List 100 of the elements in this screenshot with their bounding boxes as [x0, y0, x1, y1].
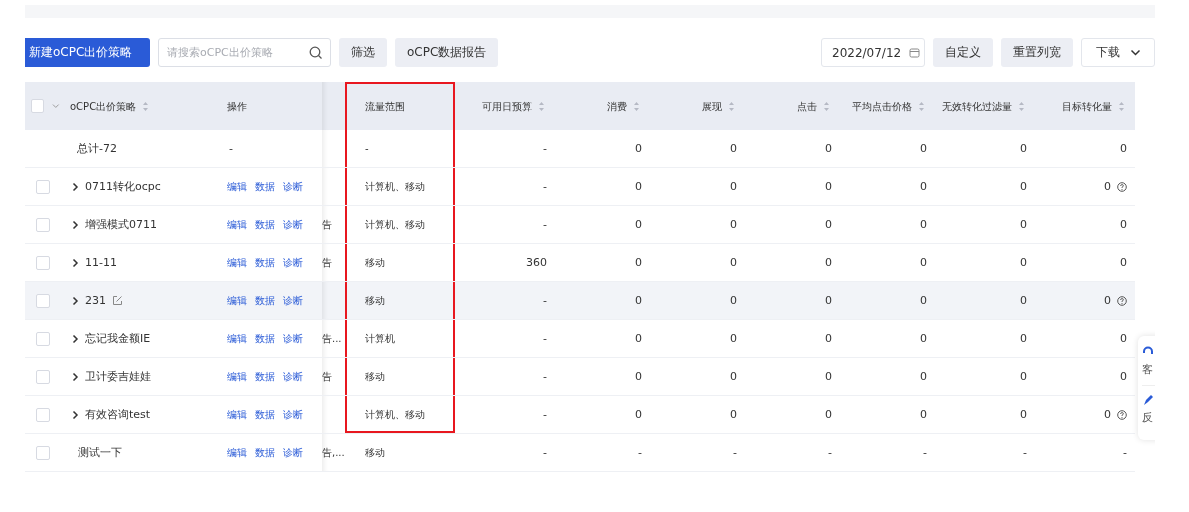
action-link[interactable]: 编辑	[227, 369, 247, 384]
action-link[interactable]: 数据	[255, 255, 275, 270]
sort-icon[interactable]	[538, 100, 545, 112]
action-link[interactable]: 数据	[255, 369, 275, 384]
table-cell: 0	[1120, 256, 1127, 269]
table-cell: -	[543, 332, 547, 345]
table-cell: 0	[825, 142, 832, 155]
reset-width-button[interactable]: 重置列宽	[1001, 38, 1073, 67]
table-cell: -	[345, 130, 455, 167]
action-link[interactable]: 编辑	[227, 179, 247, 194]
checkbox[interactable]	[35, 179, 50, 194]
date-picker[interactable]: 2022/07/12	[821, 38, 925, 67]
sort-icon[interactable]	[1018, 100, 1025, 112]
table-cell-text: 移动	[364, 445, 386, 460]
side-widget-label[interactable]: 反	[1142, 410, 1155, 425]
action-link[interactable]: 数据	[255, 293, 275, 308]
action-link[interactable]: 诊断	[283, 179, 303, 194]
checkbox[interactable]	[35, 331, 50, 346]
create-strategy-button[interactable]: 新建oCPC出价策略	[25, 38, 150, 67]
action-link[interactable]: 编辑	[227, 407, 247, 422]
action-link[interactable]: 编辑	[227, 331, 247, 346]
search-field[interactable]: 请搜索oCPC出价策略	[158, 38, 331, 67]
table-cell: 0	[730, 408, 737, 421]
action-link[interactable]: 编辑	[227, 255, 247, 270]
column-header[interactable]: 操作	[225, 82, 322, 130]
action-link[interactable]: 数据	[255, 217, 275, 232]
column-header[interactable]: 平均点击价格	[840, 82, 935, 130]
table-cell: 0	[1104, 294, 1111, 307]
column-header[interactable]: 流量范围	[345, 82, 455, 130]
strategy-name: 测试一下	[78, 445, 122, 460]
report-button[interactable]: oCPC数据报告	[395, 38, 499, 67]
table-cell: 计算机、移动	[345, 206, 455, 243]
sort-icon[interactable]	[728, 100, 735, 112]
action-link[interactable]: 数据	[255, 445, 275, 460]
edit-icon[interactable]	[112, 295, 123, 306]
table-cell: 0	[1120, 218, 1127, 231]
sort-icon[interactable]	[1118, 100, 1125, 112]
action-link[interactable]: 诊断	[283, 369, 303, 384]
checkbox[interactable]	[35, 445, 50, 460]
column-header[interactable]: 消费	[555, 82, 650, 130]
table-cell: -	[1123, 446, 1127, 459]
checkbox[interactable]	[35, 369, 50, 384]
action-link[interactable]: 数据	[255, 179, 275, 194]
action-link[interactable]: 诊断	[283, 407, 303, 422]
table-cell: -	[543, 446, 547, 459]
table-cell: 告,...	[322, 445, 345, 460]
sort-icon[interactable]	[918, 100, 925, 112]
action-link[interactable]: 诊断	[283, 217, 303, 232]
action-link[interactable]: 数据	[255, 331, 275, 346]
table-cell: 0	[730, 294, 737, 307]
table-cell: 0	[1120, 142, 1127, 155]
table-cell: 告	[322, 217, 332, 232]
strategy-name: 11-11	[85, 256, 117, 269]
help-icon[interactable]	[1117, 409, 1127, 420]
sort-icon[interactable]	[142, 100, 150, 112]
column-header[interactable]: 点击	[745, 82, 840, 130]
table-cell: 0	[920, 142, 927, 155]
sort-icon[interactable]	[823, 100, 830, 112]
column-header[interactable]: 可用日预算	[455, 82, 555, 130]
action-link[interactable]: 数据	[255, 407, 275, 422]
table-cell: 0	[1020, 256, 1027, 269]
caret-icon[interactable]	[52, 103, 60, 109]
table-cell: 0	[730, 370, 737, 383]
action-link[interactable]: 诊断	[283, 293, 303, 308]
column-header[interactable]: 目标转化量	[1035, 82, 1135, 130]
action-link[interactable]: 诊断	[283, 445, 303, 460]
table-cell: 0	[920, 294, 927, 307]
download-button[interactable]: 下载	[1081, 38, 1155, 67]
calendar-icon	[909, 47, 921, 58]
action-link[interactable]: 诊断	[283, 331, 303, 346]
help-icon[interactable]	[1117, 295, 1127, 306]
action-link[interactable]: 编辑	[227, 293, 247, 308]
checkbox[interactable]	[31, 99, 45, 113]
column-header[interactable]: oCPC出价策略	[60, 82, 225, 130]
search-icon	[309, 46, 323, 60]
strategy-name: 有效咨询test	[85, 407, 151, 422]
customize-button[interactable]: 自定义	[933, 38, 993, 67]
action-link[interactable]: 编辑	[227, 217, 247, 232]
table-cell: 0	[635, 408, 642, 421]
filter-button[interactable]: 筛选	[339, 38, 387, 67]
table-cell: 0	[1020, 294, 1027, 307]
table-cell: -	[828, 446, 832, 459]
table-cell: 计算机	[345, 320, 455, 357]
help-icon[interactable]	[1117, 181, 1127, 192]
side-widget-label[interactable]: 客	[1142, 362, 1155, 377]
sort-icon[interactable]	[633, 100, 640, 112]
checkbox[interactable]	[35, 293, 50, 308]
checkbox[interactable]	[35, 217, 50, 232]
action-link[interactable]: 编辑	[227, 445, 247, 460]
checkbox[interactable]	[35, 255, 50, 270]
pen-icon[interactable]	[1142, 394, 1154, 406]
strategy-name: 卫计委吉娃娃	[85, 369, 151, 384]
table-cell: 360	[526, 256, 547, 269]
checkbox[interactable]	[35, 407, 50, 422]
table-cell: 0	[635, 294, 642, 307]
table-cell-text: -	[228, 142, 233, 155]
strategy-name: 总计-72	[77, 141, 117, 156]
action-link[interactable]: 诊断	[283, 255, 303, 270]
column-header[interactable]: 展现	[650, 82, 745, 130]
column-header[interactable]: 无效转化过滤量	[935, 82, 1035, 130]
